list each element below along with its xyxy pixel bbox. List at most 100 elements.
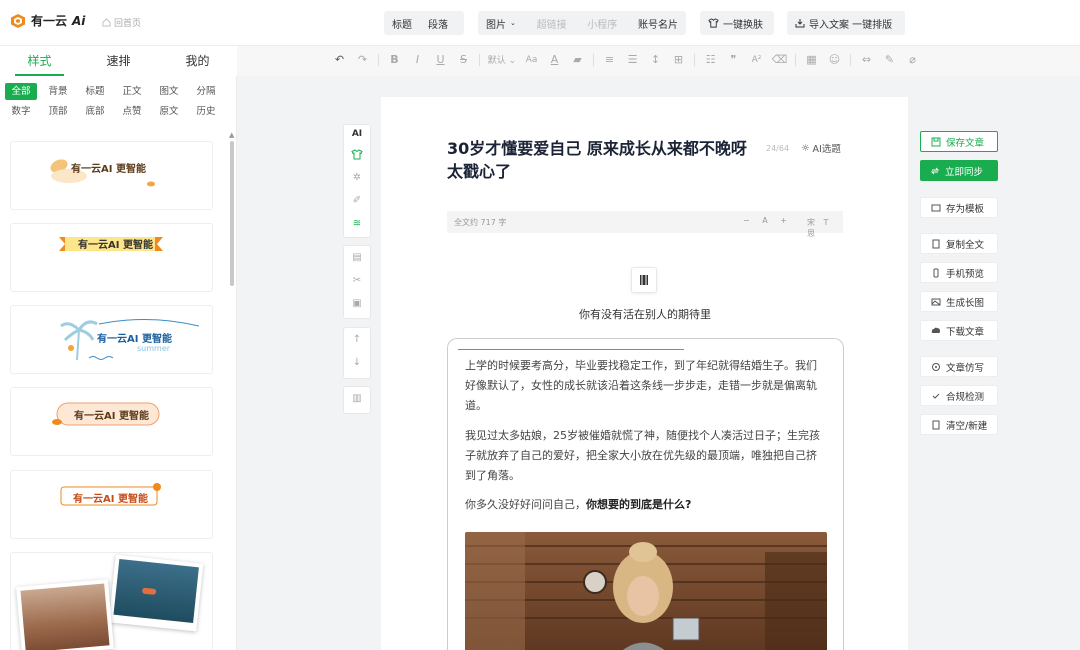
article-paragraph[interactable]: 我见过太多姑娘，25岁被催婚就慌了神，随便找个人凑活过日子；生完孩子就放弃了自己… (465, 426, 827, 486)
download-article-button[interactable]: 下载文章 (920, 320, 998, 341)
new-doc-icon (932, 420, 940, 429)
format-painter-icon[interactable]: ✎ (878, 53, 901, 66)
compliance-check-button[interactable]: 合规检测 (920, 385, 998, 406)
tab-quick-layout[interactable]: 速排 (106, 46, 130, 76)
ai-tool-button[interactable]: AI (352, 125, 362, 143)
move-down-icon[interactable]: ↓ (353, 351, 361, 374)
article-paragraph[interactable]: 上学的时候要考高分，毕业要找稳定工作，到了年纪就得结婚生子。我们好像默认了，女性… (465, 356, 827, 416)
mini-program-button[interactable]: 小程序 (587, 16, 617, 31)
scissors-icon[interactable]: ✂ (353, 269, 361, 292)
list-icon[interactable]: ☷ (699, 53, 722, 66)
scroll-up-icon[interactable]: ▲ (229, 131, 234, 139)
paste-icon[interactable]: ▣ (352, 292, 361, 315)
indent-icon[interactable]: ☰ (621, 53, 644, 66)
redo-icon[interactable]: ↷ (351, 53, 374, 66)
line-height-icon[interactable]: ↕ (644, 53, 667, 66)
superscript-icon[interactable]: A² (745, 55, 768, 65)
home-link[interactable]: 回首页 (102, 16, 141, 29)
copy-all-button[interactable]: 复制全文 (920, 233, 998, 254)
brush-icon[interactable]: ✐ (353, 189, 361, 212)
template-card[interactable]: 有一云AI 更智能 summer (10, 305, 213, 374)
zoom-controls[interactable]: − A + (743, 216, 792, 225)
side-tool-group: ▤ ✂ ▣ (343, 245, 371, 319)
category-chip[interactable]: 背景 (42, 83, 74, 100)
clear-new-button[interactable]: 清空/新建 (920, 414, 998, 435)
font-family-select[interactable]: 默认 ⌄ (484, 53, 520, 66)
undo-icon[interactable]: ↶ (328, 53, 351, 66)
ai-topic-button[interactable]: ☼ AI选题 (801, 141, 841, 156)
template-scrollbar[interactable]: ▲ (229, 131, 235, 649)
category-chip[interactable]: 原文 (153, 103, 185, 120)
image-menu-button[interactable]: 图片 ⌄ (486, 16, 516, 31)
brand-name: 有一云 (31, 14, 68, 28)
import-button[interactable]: 导入文案 一键排版 (787, 11, 905, 35)
image-icon (931, 298, 941, 305)
eraser-icon[interactable]: ⌀ (901, 53, 924, 66)
category-chip[interactable]: 点赞 (116, 103, 148, 120)
article-body[interactable]: 上学的时候要考高分，毕业要找稳定工作，到了年纪就得结婚生子。我们好像默认了，女性… (447, 338, 844, 650)
font-size-icon[interactable]: Aa (520, 55, 543, 65)
brand-logo[interactable]: 有一云 Ai (10, 12, 85, 29)
fullwidth-icon[interactable]: ⇔ (855, 53, 878, 66)
account-card-button[interactable]: 账号名片 (638, 16, 678, 31)
download-article-label: 下载文章 (946, 326, 985, 338)
article-photo[interactable] (465, 532, 827, 650)
template-card[interactable]: 有一云AI 更智能 (10, 223, 213, 292)
move-up-icon[interactable]: ↑ (353, 328, 361, 351)
tab-style[interactable]: 样式 (15, 46, 64, 76)
insert-media-group: 图片 ⌄ 超链接 小程序 账号名片 (478, 11, 686, 35)
scrollbar-thumb[interactable] (230, 141, 234, 286)
skin-button[interactable]: 一键换肤 (700, 11, 774, 35)
insert-paragraph-button[interactable]: 段落 (428, 16, 448, 31)
article-subtitle[interactable]: 你有没有活在别人的期待里 (447, 306, 843, 322)
align-icon[interactable]: ≡ (598, 53, 621, 66)
clear-format-icon[interactable]: ⌫ (768, 53, 791, 66)
mobile-preview-button[interactable]: 手机预览 (920, 262, 998, 283)
delete-icon[interactable]: ▥ (352, 387, 361, 410)
sparkle-icon[interactable]: ✲ (353, 166, 361, 189)
template-banner-text: 有一云AI 更智能 (71, 164, 146, 175)
category-chip[interactable]: 底部 (79, 103, 111, 120)
template-card[interactable]: 有一云AI 更智能 (10, 387, 213, 456)
template-card[interactable] (10, 552, 213, 650)
save-template-button[interactable]: 存为模板 (920, 197, 998, 218)
template-card[interactable]: 有一云AI 更智能 (10, 470, 213, 539)
imitate-article-button[interactable]: 文章仿写 (920, 356, 998, 377)
category-chip[interactable]: 全部 (5, 83, 37, 100)
category-chip[interactable]: 图文 (153, 83, 185, 100)
settings-sliders-icon[interactable]: ≋ (353, 212, 361, 235)
hyperlink-button[interactable]: 超链接 (537, 16, 567, 31)
insert-text-group: 标题 段落 (384, 11, 464, 35)
underline-icon[interactable]: U (429, 53, 452, 66)
bold-icon[interactable]: B (383, 53, 406, 66)
quote-icon[interactable]: ❞ (722, 53, 745, 66)
emoji-icon[interactable]: ☺ (823, 53, 846, 66)
category-chip[interactable]: 数字 (5, 103, 37, 120)
photo-thumbnail (108, 554, 204, 632)
category-chip[interactable]: 顶部 (42, 103, 74, 120)
category-chip[interactable]: 历史 (190, 103, 222, 120)
template-banner-text: 有一云AI 更智能 (78, 240, 153, 251)
side-tool-group: ▥ (343, 386, 371, 414)
article-title[interactable]: 30岁才懂要爱自己 原来成长从来都不晚呀 太戳心了 (447, 137, 767, 183)
save-article-button[interactable]: 保存文章 (920, 131, 998, 152)
category-chip[interactable]: 标题 (79, 83, 111, 100)
category-chip[interactable]: 分隔 (190, 83, 222, 100)
template-panel: 全部 背景 标题 正文 图文 分隔 数字 顶部 底部 点赞 原文 历史 ▲ 有一… (0, 76, 237, 650)
italic-icon[interactable]: I (406, 53, 429, 66)
copy-icon[interactable]: ▤ (352, 246, 361, 269)
category-chip[interactable]: 正文 (116, 83, 148, 100)
article-paragraph[interactable]: 你多久没好好问问自己，你想要的到底是什么? (465, 495, 827, 515)
insert-heading-button[interactable]: 标题 (392, 16, 412, 31)
template-card[interactable]: 有一云AI 更智能 (10, 141, 213, 210)
strikethrough-icon[interactable]: S (452, 53, 475, 66)
highlight-icon[interactable]: ▰ (566, 53, 589, 66)
shirt-icon[interactable] (351, 143, 363, 166)
table-icon[interactable]: ▦ (800, 53, 823, 66)
font-color-icon[interactable]: A (543, 53, 566, 66)
tab-mine[interactable]: 我的 (185, 46, 209, 76)
sync-now-button[interactable]: 立即同步 (920, 160, 998, 181)
letter-spacing-icon[interactable]: ⊞ (667, 53, 690, 66)
font-switch-controls[interactable]: 宋 T 思 (807, 217, 843, 239)
long-image-button[interactable]: 生成长图 (920, 291, 998, 312)
